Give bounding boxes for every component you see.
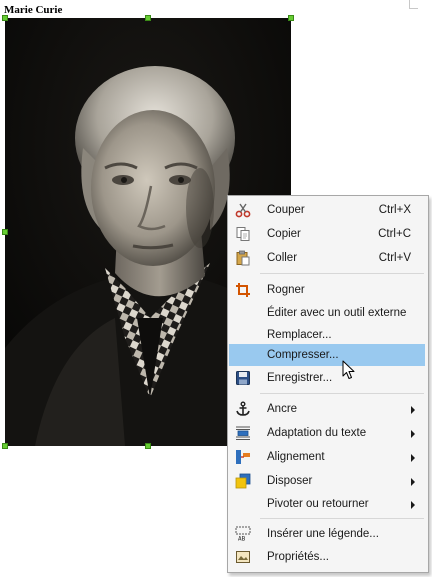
copy-icon <box>235 226 251 242</box>
menu-item-label: Insérer une légende... <box>267 528 379 540</box>
submenu-arrow-icon <box>411 406 415 414</box>
menu-item-edit-external[interactable]: Éditer avec un outil externe <box>229 302 425 324</box>
crop-icon <box>235 282 251 298</box>
resize-handle-top-center[interactable] <box>145 15 151 21</box>
wrap-icon <box>235 425 251 441</box>
menu-item-label: Compresser... <box>267 349 339 361</box>
menu-item-label: Ancre <box>267 403 298 415</box>
menu-item-rotate-flip[interactable]: Pivoter ou retourner <box>229 493 425 515</box>
menu-item-replace[interactable]: Remplacer... <box>229 324 425 346</box>
align-icon <box>235 449 251 465</box>
menu-item-cut[interactable]: Couper Ctrl+X <box>229 199 425 221</box>
svg-text:AB: AB <box>238 536 246 543</box>
page-corner-marker <box>409 0 418 9</box>
submenu-arrow-icon <box>411 454 415 462</box>
arrange-icon <box>235 473 251 489</box>
menu-item-save[interactable]: Enregistrer... <box>229 367 425 389</box>
caption-icon: AB <box>235 526 251 542</box>
submenu-arrow-icon <box>411 430 415 438</box>
menu-separator <box>260 273 424 274</box>
menu-item-shortcut: Ctrl+X <box>378 204 411 216</box>
menu-item-label: Adaptation du texte <box>267 427 367 439</box>
menu-item-shortcut: Ctrl+V <box>378 252 411 264</box>
menu-item-label: Rogner <box>267 284 305 296</box>
menu-item-insert-caption[interactable]: AB Insérer une légende... <box>229 523 425 545</box>
menu-item-shortcut: Ctrl+C <box>378 228 411 240</box>
menu-item-label: Remplacer... <box>267 329 332 341</box>
image-context-menu: Couper Ctrl+X Copier Ctrl+C Coller Ctrl+… <box>227 195 429 573</box>
menu-item-label: Enregistrer... <box>267 372 333 384</box>
menu-item-copy[interactable]: Copier Ctrl+C <box>229 223 425 245</box>
menu-item-label: Couper <box>267 204 305 216</box>
menu-separator <box>260 393 424 394</box>
menu-item-label: Alignement <box>267 451 325 463</box>
save-icon <box>235 370 251 386</box>
menu-item-compress[interactable]: Compresser... <box>229 344 425 366</box>
menu-item-properties[interactable]: Propriétés... <box>229 546 425 568</box>
resize-handle-top-left[interactable] <box>2 15 8 21</box>
menu-item-label: Coller <box>267 252 298 264</box>
menu-item-label: Éditer avec un outil externe <box>267 307 407 319</box>
menu-item-paste[interactable]: Coller Ctrl+V <box>229 247 425 269</box>
menu-item-alignment[interactable]: Alignement <box>229 446 425 468</box>
resize-handle-bottom-left[interactable] <box>2 443 8 449</box>
menu-item-label: Disposer <box>267 475 313 487</box>
properties-icon <box>235 549 251 565</box>
scissors-icon <box>235 202 251 218</box>
menu-separator <box>260 518 424 519</box>
resize-handle-bottom-center[interactable] <box>145 443 151 449</box>
submenu-arrow-icon <box>411 478 415 486</box>
menu-item-label: Pivoter ou retourner <box>267 498 369 510</box>
paste-icon <box>235 250 251 266</box>
anchor-icon <box>235 401 251 417</box>
menu-item-label: Copier <box>267 228 301 240</box>
image-caption-text: Marie Curie <box>4 4 63 16</box>
resize-handle-middle-left[interactable] <box>2 229 8 235</box>
menu-item-text-wrap[interactable]: Adaptation du texte <box>229 422 425 444</box>
menu-item-label: Propriétés... <box>267 551 329 563</box>
submenu-arrow-icon <box>411 501 415 509</box>
resize-handle-top-right[interactable] <box>288 15 294 21</box>
mouse-pointer-icon <box>342 360 356 380</box>
menu-item-crop[interactable]: Rogner <box>229 279 425 301</box>
menu-item-anchor[interactable]: Ancre <box>229 398 425 420</box>
menu-item-arrange[interactable]: Disposer <box>229 470 425 492</box>
